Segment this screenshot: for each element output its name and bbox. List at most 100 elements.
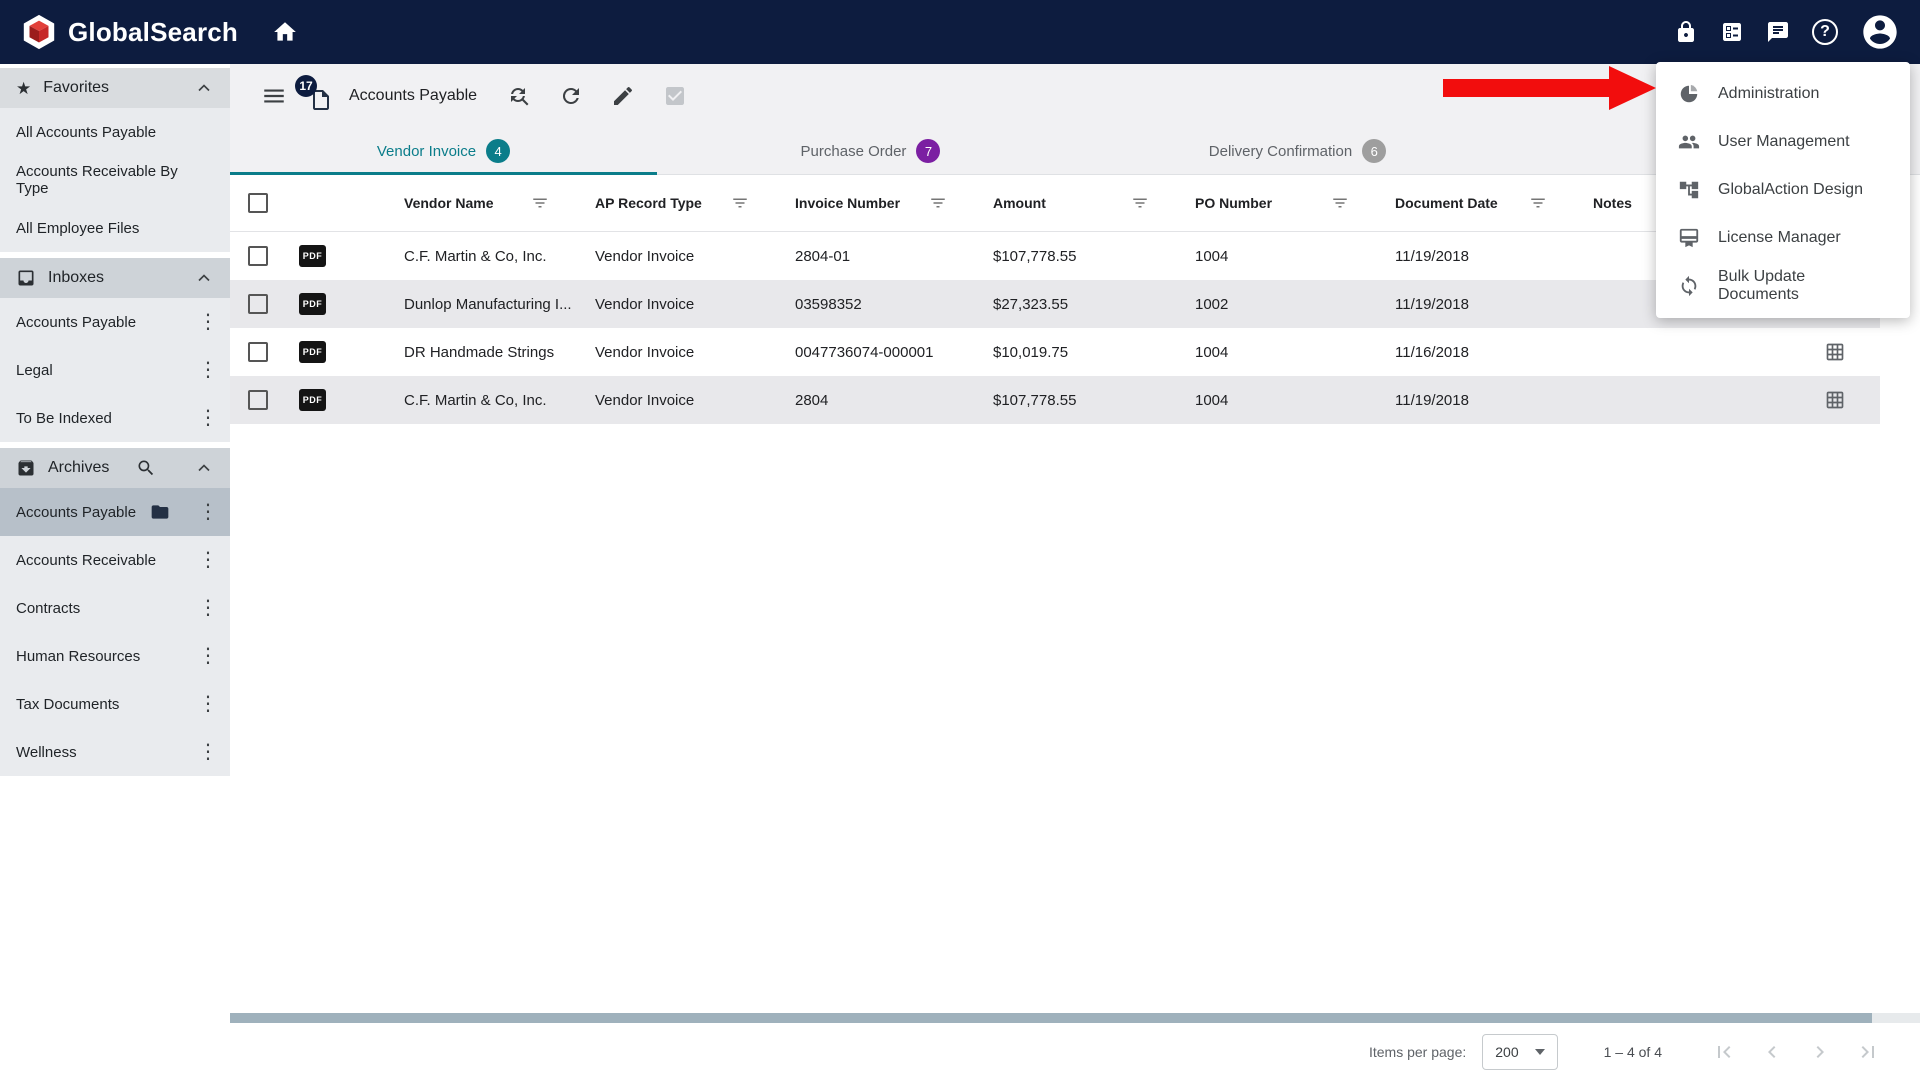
lock-button[interactable] bbox=[1674, 20, 1698, 44]
favorite-item-accounts-receivable-by-type[interactable]: Accounts Receivable By Type bbox=[0, 156, 230, 204]
favorite-item-all-accounts-payable[interactable]: All Accounts Payable bbox=[0, 108, 230, 156]
archive-item-label: Human Resources bbox=[16, 648, 140, 665]
menu-item-user-management[interactable]: User Management bbox=[1656, 118, 1910, 166]
kebab-menu-icon[interactable]: ⋮ bbox=[198, 360, 214, 380]
inbox-item-legal[interactable]: Legal ⋮ bbox=[0, 346, 230, 394]
kebab-menu-icon[interactable]: ⋮ bbox=[198, 694, 214, 714]
pdf-icon[interactable]: PDF bbox=[299, 293, 326, 315]
home-button[interactable] bbox=[272, 19, 298, 45]
favorite-item-all-employee-files[interactable]: All Employee Files bbox=[0, 204, 230, 252]
menu-toggle-button[interactable] bbox=[261, 83, 287, 109]
favorite-item-label: All Accounts Payable bbox=[16, 124, 156, 141]
table-row[interactable]: PDF Dunlop Manufacturing I... Vendor Inv… bbox=[230, 280, 1880, 328]
inbox-item-label: Legal bbox=[16, 362, 53, 379]
chevron-up-icon[interactable] bbox=[194, 458, 214, 478]
filter-icon[interactable] bbox=[731, 194, 749, 212]
horizontal-scrollbar[interactable] bbox=[230, 1013, 1920, 1023]
archives-section: Archives Accounts Payable ⋮ Accounts Rec… bbox=[0, 448, 230, 776]
pdf-icon[interactable]: PDF bbox=[299, 245, 326, 267]
menu-item-bulk-update-documents[interactable]: Bulk Update Documents bbox=[1656, 262, 1910, 310]
row-checkbox[interactable] bbox=[248, 294, 268, 314]
chevron-left-icon bbox=[1760, 1040, 1784, 1064]
menu-item-globalaction-design[interactable]: GlobalAction Design bbox=[1656, 166, 1910, 214]
last-page-button[interactable] bbox=[1856, 1040, 1880, 1064]
tab-vendor-invoice[interactable]: Vendor Invoice 4 bbox=[230, 128, 657, 174]
edit-button[interactable] bbox=[611, 84, 635, 108]
inbox-item-label: Accounts Payable bbox=[16, 314, 136, 331]
row-checkbox[interactable] bbox=[248, 246, 268, 266]
archive-item-wellness[interactable]: Wellness ⋮ bbox=[0, 728, 230, 776]
menu-item-administration[interactable]: Administration bbox=[1656, 70, 1910, 118]
tab-delivery-confirmation[interactable]: Delivery Confirmation 6 bbox=[1084, 128, 1511, 174]
filter-icon[interactable] bbox=[1131, 194, 1149, 212]
archives-header[interactable]: Archives bbox=[0, 448, 230, 488]
table-row[interactable]: PDF C.F. Martin & Co, Inc. Vendor Invoic… bbox=[230, 376, 1880, 424]
cell-amount: $107,778.55 bbox=[993, 392, 1195, 409]
search-icon[interactable] bbox=[136, 458, 156, 478]
grid-view-icon[interactable] bbox=[1825, 390, 1845, 410]
license-manager-icon bbox=[1678, 227, 1700, 249]
table-row[interactable]: PDF DR Handmade Strings Vendor Invoice 0… bbox=[230, 328, 1880, 376]
next-page-button[interactable] bbox=[1808, 1040, 1832, 1064]
cell-document-date: 11/19/2018 bbox=[1395, 248, 1593, 265]
favorites-header[interactable]: ★ Favorites bbox=[0, 68, 230, 108]
table-row[interactable]: PDF C.F. Martin & Co, Inc. Vendor Invoic… bbox=[230, 232, 1880, 280]
archive-item-accounts-receivable[interactable]: Accounts Receivable ⋮ bbox=[0, 536, 230, 584]
hamburger-icon bbox=[261, 83, 287, 109]
archive-item-accounts-payable[interactable]: Accounts Payable ⋮ bbox=[0, 488, 230, 536]
archive-item-human-resources[interactable]: Human Resources ⋮ bbox=[0, 632, 230, 680]
chevron-up-icon[interactable] bbox=[194, 78, 214, 98]
filter-icon[interactable] bbox=[531, 194, 549, 212]
chevron-up-icon[interactable] bbox=[194, 268, 214, 288]
kebab-menu-icon[interactable]: ⋮ bbox=[198, 408, 214, 428]
row-checkbox[interactable] bbox=[248, 390, 268, 410]
menu-item-label: License Manager bbox=[1718, 229, 1841, 247]
inbox-item-to-be-indexed[interactable]: To Be Indexed ⋮ bbox=[0, 394, 230, 442]
help-button[interactable]: ? bbox=[1812, 19, 1838, 45]
refresh-button[interactable] bbox=[559, 84, 583, 108]
archive-item-contracts[interactable]: Contracts ⋮ bbox=[0, 584, 230, 632]
modules-button[interactable] bbox=[1720, 20, 1744, 44]
inboxes-header[interactable]: Inboxes bbox=[0, 258, 230, 298]
filter-icon[interactable] bbox=[1331, 194, 1349, 212]
items-per-page-select[interactable]: 200 bbox=[1482, 1034, 1557, 1070]
inbox-item-accounts-payable[interactable]: Accounts Payable ⋮ bbox=[0, 298, 230, 346]
multi-select-button[interactable] bbox=[663, 84, 687, 108]
tab-label: Purchase Order bbox=[801, 143, 907, 160]
tab-purchase-order[interactable]: Purchase Order 7 bbox=[657, 128, 1084, 174]
feedback-button[interactable] bbox=[1766, 20, 1790, 44]
select-all-checkbox[interactable] bbox=[248, 193, 268, 213]
first-page-button[interactable] bbox=[1712, 1040, 1736, 1064]
previous-page-button[interactable] bbox=[1760, 1040, 1784, 1064]
archive-item-tax-documents[interactable]: Tax Documents ⋮ bbox=[0, 680, 230, 728]
favorite-item-label: All Employee Files bbox=[16, 220, 139, 237]
kebab-menu-icon[interactable]: ⋮ bbox=[198, 598, 214, 618]
column-header-po-number: PO Number bbox=[1195, 195, 1272, 211]
kebab-menu-icon[interactable]: ⋮ bbox=[198, 646, 214, 666]
refresh-search-button[interactable] bbox=[507, 84, 531, 108]
pdf-icon[interactable]: PDF bbox=[299, 341, 326, 363]
filter-icon[interactable] bbox=[1529, 194, 1547, 212]
account-button[interactable] bbox=[1860, 12, 1900, 52]
row-checkbox[interactable] bbox=[248, 342, 268, 362]
kebab-menu-icon[interactable]: ⋮ bbox=[198, 550, 214, 570]
menu-item-license-manager[interactable]: License Manager bbox=[1656, 214, 1910, 262]
brand-name: GlobalSearch bbox=[68, 17, 238, 48]
cell-amount: $107,778.55 bbox=[993, 248, 1195, 265]
grid-view-icon[interactable] bbox=[1825, 342, 1845, 362]
kebab-menu-icon[interactable]: ⋮ bbox=[198, 502, 214, 522]
cell-po-number: 1004 bbox=[1195, 248, 1395, 265]
cell-record-type: Vendor Invoice bbox=[595, 392, 795, 409]
column-header-notes: Notes bbox=[1593, 195, 1632, 211]
chevron-down-icon bbox=[1535, 1049, 1545, 1055]
folder-icon bbox=[150, 502, 170, 522]
kebab-menu-icon[interactable]: ⋮ bbox=[198, 742, 214, 762]
archive-item-label: Accounts Payable bbox=[16, 504, 136, 521]
filter-icon[interactable] bbox=[929, 194, 947, 212]
kebab-menu-icon[interactable]: ⋮ bbox=[198, 312, 214, 332]
cell-invoice-number: 03598352 bbox=[795, 296, 993, 313]
archive-item-label: Accounts Receivable bbox=[16, 552, 156, 569]
scrollbar-thumb[interactable] bbox=[230, 1013, 1872, 1023]
archive-item-label: Contracts bbox=[16, 600, 80, 617]
pdf-icon[interactable]: PDF bbox=[299, 389, 326, 411]
